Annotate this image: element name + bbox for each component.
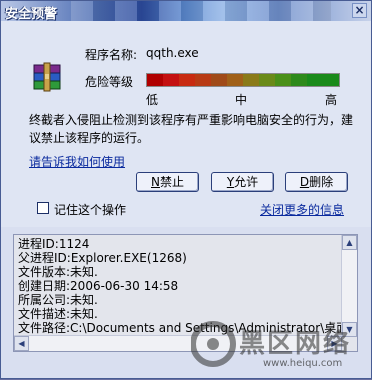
block-button-label: 禁止	[159, 175, 184, 189]
program-name-value: qqth.exe	[146, 46, 199, 60]
watermark-text: 黑区网络	[239, 329, 352, 359]
risk-level-bar	[146, 73, 340, 87]
detail-parent-process: 父进程ID:Explorer.EXE(1268)	[18, 251, 187, 265]
watermark-url: www.heiqu.com	[263, 358, 343, 369]
detail-company: 所属公司:未知.	[18, 293, 98, 307]
alert-panel: 程序名称: qqth.exe 危险等级 低 中 高 终截者入侵阻止检测到该程序有…	[1, 21, 371, 227]
window-title: 安全预警	[5, 7, 58, 21]
block-button-hotkey: N	[151, 175, 160, 189]
scroll-up-icon[interactable]: ▲	[342, 235, 357, 250]
program-icon	[33, 62, 61, 92]
allow-button[interactable]: Y允许	[211, 172, 274, 192]
how-to-use-link[interactable]: 请告诉我如何使用	[29, 153, 125, 170]
risk-mid-label: 中	[235, 93, 248, 107]
detail-created-date: 创建日期:2006-06-30 14:58	[18, 279, 179, 293]
close-more-info-link[interactable]: 关闭更多的信息	[260, 201, 344, 218]
title-bar[interactable]: 安全预警 ×	[1, 1, 371, 21]
title-bar-decoration	[71, 1, 331, 21]
remember-label: 记住这个操作	[54, 203, 127, 217]
detail-file-version: 文件版本:未知.	[18, 265, 98, 279]
detail-process-id: 进程ID:1124	[18, 237, 90, 251]
risk-level-label: 危险等级	[85, 75, 134, 89]
remember-checkbox[interactable]	[37, 202, 49, 214]
warning-message: 终截者入侵阻止检测到该程序有严重影响电脑安全的行为，建议禁止该程序的运行。	[29, 113, 354, 145]
delete-button-label: 删除	[309, 175, 334, 189]
security-alert-window: 安全预警 × 程序名称: qqth.exe 危险等级 低 中 高 终截者入侵阻止…	[0, 0, 372, 379]
allow-button-label: 允许	[234, 175, 259, 189]
risk-low-label: 低	[146, 93, 159, 107]
delete-button[interactable]: D删除	[285, 172, 348, 192]
block-button[interactable]: N禁止	[136, 172, 199, 192]
delete-button-hotkey: D	[299, 175, 310, 189]
program-name-label: 程序名称:	[85, 48, 138, 62]
scroll-left-icon[interactable]: ◀	[14, 336, 29, 351]
risk-high-label: 高	[325, 93, 338, 107]
close-icon[interactable]: ×	[352, 3, 367, 18]
